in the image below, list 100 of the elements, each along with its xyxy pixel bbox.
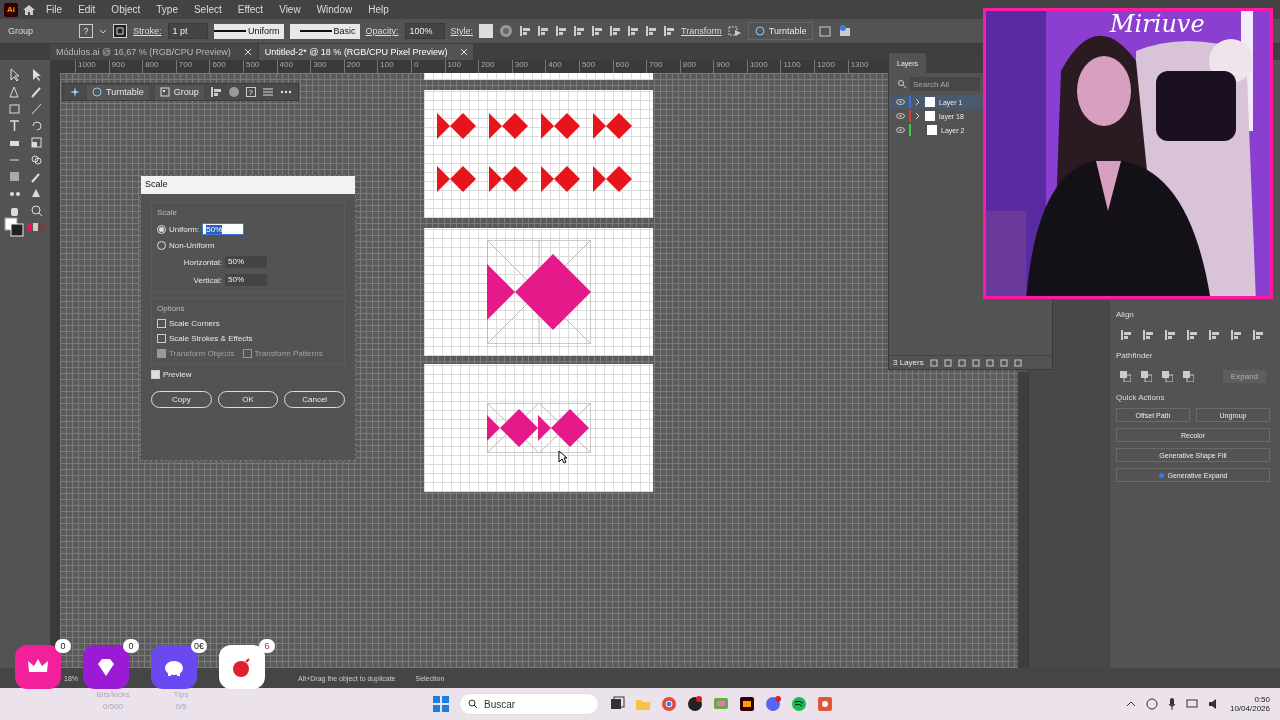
checkbox[interactable] bbox=[151, 370, 160, 379]
document-tab[interactable]: Módulos.ai @ 16,67 % (RGB/CPU Preview) bbox=[50, 44, 257, 60]
streaming-app-icon[interactable] bbox=[817, 696, 833, 712]
percent-field[interactable]: 50% bbox=[225, 256, 267, 268]
help-button[interactable]: ? bbox=[245, 87, 256, 97]
globe-icon[interactable] bbox=[499, 24, 514, 38]
discord-icon[interactable] bbox=[765, 696, 781, 712]
align-icon[interactable] bbox=[1208, 329, 1220, 341]
align-icon[interactable] bbox=[555, 25, 568, 37]
search-field[interactable]: Search All bbox=[910, 77, 980, 91]
scrollbar[interactable] bbox=[1018, 372, 1028, 668]
checkbox-label: Transform Patterns bbox=[254, 349, 323, 358]
align-icon[interactable] bbox=[573, 25, 586, 37]
menu-item[interactable]: File bbox=[40, 4, 69, 15]
spotify-icon[interactable] bbox=[791, 696, 807, 712]
network-icon[interactable] bbox=[1145, 698, 1158, 710]
selection-tool-icon[interactable] bbox=[7, 67, 21, 81]
home-icon[interactable] bbox=[22, 3, 36, 16]
turntable-icon bbox=[754, 26, 765, 36]
menu-item[interactable]: View bbox=[273, 4, 307, 15]
align-icon[interactable] bbox=[1252, 329, 1264, 341]
style-swatch[interactable] bbox=[479, 24, 494, 38]
eye-icon[interactable] bbox=[896, 113, 905, 119]
align-icon[interactable] bbox=[609, 25, 622, 37]
menu-item[interactable]: Help bbox=[362, 4, 395, 15]
rectangle-icon[interactable] bbox=[7, 101, 21, 115]
align-icon[interactable] bbox=[1230, 329, 1242, 341]
rotate-icon[interactable] bbox=[29, 118, 43, 132]
align-icon[interactable] bbox=[591, 25, 604, 37]
microphone-icon[interactable] bbox=[1167, 698, 1176, 710]
panel-title: Quick Actions bbox=[1116, 393, 1166, 402]
align-icon[interactable] bbox=[1186, 329, 1198, 341]
pen-icon[interactable] bbox=[7, 84, 21, 98]
group-title: Options bbox=[157, 304, 186, 313]
menu-item[interactable]: Select bbox=[187, 4, 228, 15]
checkbox[interactable] bbox=[157, 334, 166, 343]
browser-icon[interactable] bbox=[661, 696, 677, 712]
more-icon[interactable] bbox=[279, 90, 292, 94]
windows-start-icon[interactable] bbox=[433, 696, 449, 712]
menu-item[interactable]: Effect bbox=[231, 4, 270, 15]
stroke-swatch[interactable] bbox=[113, 24, 127, 38]
gradient-icon[interactable] bbox=[7, 169, 21, 183]
export-icon[interactable] bbox=[819, 25, 834, 37]
fill-stroke-swatches[interactable] bbox=[4, 217, 24, 237]
menu-item[interactable]: Object bbox=[105, 4, 147, 15]
turntable-button[interactable]: Turntable bbox=[747, 22, 814, 40]
close-icon[interactable] bbox=[244, 49, 251, 55]
pathfinder-icon[interactable] bbox=[1183, 371, 1194, 382]
close-icon[interactable] bbox=[461, 49, 468, 55]
display-icon[interactable] bbox=[1185, 698, 1198, 710]
sparkle-icon[interactable] bbox=[69, 86, 81, 98]
group-button[interactable]: Group bbox=[154, 84, 204, 100]
layer-count: 3 Layers bbox=[893, 358, 924, 367]
transform-icon[interactable] bbox=[727, 25, 742, 37]
eye-icon[interactable] bbox=[896, 127, 905, 133]
task-view-icon[interactable] bbox=[609, 696, 625, 712]
align-icon[interactable] bbox=[537, 25, 550, 37]
turntable-button[interactable]: Turntable bbox=[87, 84, 149, 100]
align-icon[interactable] bbox=[627, 25, 640, 37]
align-icon[interactable] bbox=[645, 25, 658, 37]
align-icon[interactable] bbox=[663, 25, 676, 37]
zoom-icon[interactable] bbox=[29, 203, 43, 217]
menu-item[interactable]: Type bbox=[150, 4, 184, 15]
transform-link[interactable]: Transform bbox=[681, 26, 722, 36]
align-icon[interactable] bbox=[519, 25, 532, 37]
brush-definition[interactable]: Basic bbox=[289, 23, 360, 39]
percent-field[interactable]: 50% bbox=[225, 274, 267, 286]
pathfinder-icon[interactable] bbox=[1162, 371, 1173, 382]
type-icon[interactable] bbox=[7, 118, 21, 132]
caret-icon[interactable] bbox=[99, 27, 107, 35]
globe-icon[interactable] bbox=[227, 86, 240, 98]
scale-icon[interactable] bbox=[29, 135, 43, 149]
pathfinder-icon[interactable] bbox=[1120, 371, 1131, 382]
fill-swatch[interactable]: ? bbox=[79, 24, 93, 38]
taskbar-search[interactable]: Buscar bbox=[459, 693, 599, 715]
selection-label: Group bbox=[8, 26, 33, 36]
shape-builder-icon[interactable] bbox=[29, 152, 43, 166]
pathfinder-icon[interactable] bbox=[1141, 371, 1152, 382]
color-mode-icon[interactable] bbox=[26, 222, 46, 232]
align-icon[interactable] bbox=[209, 86, 222, 98]
align-icon[interactable] bbox=[1120, 329, 1132, 341]
uniform-field[interactable]: 50% bbox=[202, 223, 245, 235]
eye-icon[interactable] bbox=[896, 99, 905, 105]
variable-width-profile[interactable]: Uniform bbox=[213, 23, 284, 39]
align-icon[interactable] bbox=[1142, 329, 1154, 341]
opacity-field[interactable]: 100% bbox=[404, 23, 445, 39]
menu-item[interactable]: Edit bbox=[72, 4, 102, 15]
app-icon[interactable] bbox=[687, 696, 703, 712]
document-tab[interactable]: Untitled-2* @ 18 % (RGB/CPU Pixel Preview) bbox=[258, 44, 474, 60]
menu-item[interactable]: Window bbox=[310, 4, 359, 15]
pencil-icon[interactable] bbox=[29, 101, 43, 115]
radio-label: Uniform: bbox=[169, 224, 200, 234]
app-logo: Ai bbox=[4, 2, 18, 17]
menu-icon[interactable] bbox=[261, 87, 274, 97]
stroke-weight-field[interactable]: 1 pt bbox=[167, 23, 208, 39]
align-icon[interactable] bbox=[1164, 329, 1176, 341]
checkbox[interactable] bbox=[157, 319, 166, 328]
field-label: Horizontal: bbox=[183, 257, 222, 267]
chevron-icon[interactable] bbox=[1125, 700, 1136, 708]
illustrator-app-icon[interactable] bbox=[739, 696, 755, 712]
